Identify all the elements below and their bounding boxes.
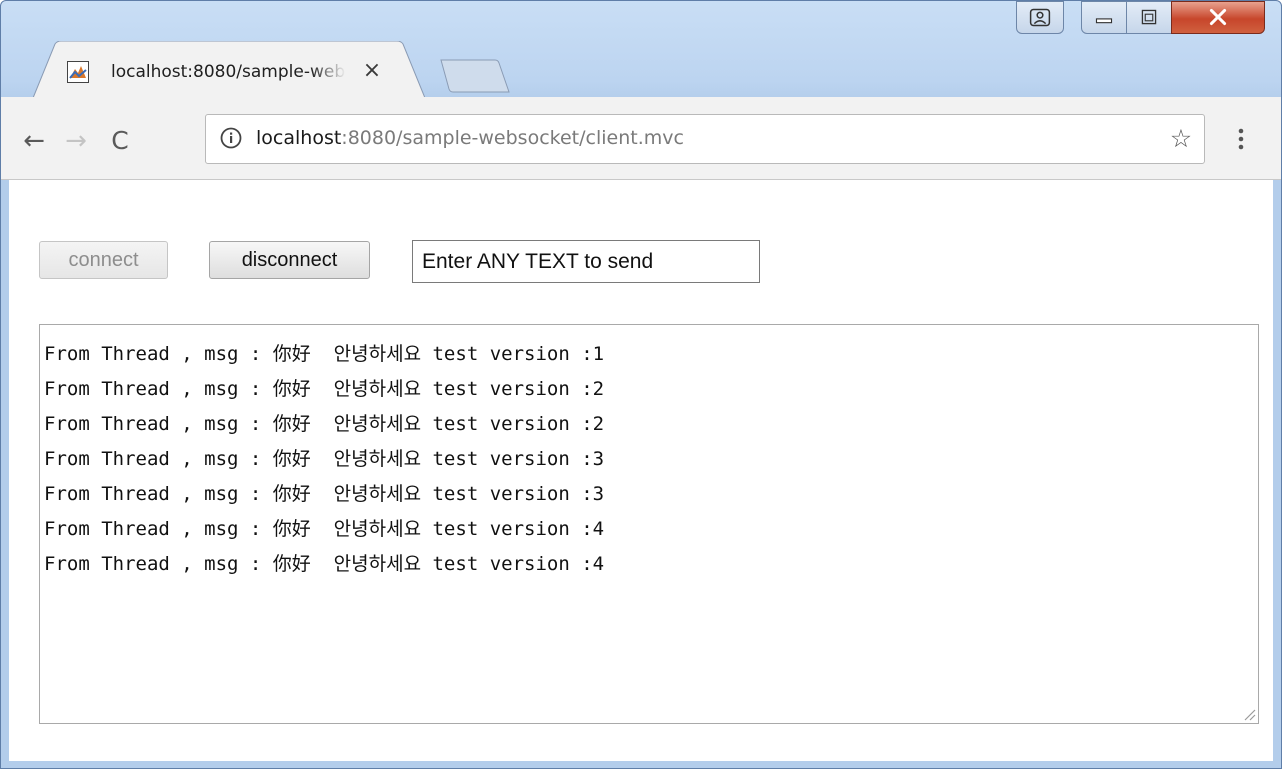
minimize-button[interactable] xyxy=(1081,1,1127,34)
forward-arrow-icon[interactable]: → xyxy=(61,127,91,157)
message-input[interactable]: Enter ANY TEXT to send xyxy=(412,240,760,283)
user-button[interactable] xyxy=(1016,1,1064,34)
user-icon xyxy=(1029,8,1051,27)
url-path: :8080/sample-websocket/client.mvc xyxy=(341,127,684,149)
disconnect-button[interactable]: disconnect xyxy=(209,241,370,279)
log-line: From Thread , msg : 你好 안녕하세요 test versio… xyxy=(44,483,605,505)
new-tab-button[interactable] xyxy=(439,59,511,93)
resize-grip-icon[interactable] xyxy=(1242,707,1256,721)
close-window-button[interactable] xyxy=(1171,1,1265,34)
tab-title: localhost:8080/sample-websocket/client.m… xyxy=(111,62,346,82)
page-content: connect disconnect Enter ANY TEXT to sen… xyxy=(9,180,1273,761)
log-line: From Thread , msg : 你好 안녕하세요 test versio… xyxy=(44,378,605,400)
tab-close-icon[interactable]: × xyxy=(359,58,385,84)
more-vert-icon[interactable] xyxy=(1231,127,1251,151)
info-icon[interactable] xyxy=(220,127,242,149)
log-line: From Thread , msg : 你好 안녕하세요 test versio… xyxy=(44,448,605,470)
title-bar: localhost:8080/sample-websocket/client.m… xyxy=(1,1,1281,99)
log-line: From Thread , msg : 你好 안녕하세요 test versio… xyxy=(44,518,605,540)
url-text[interactable]: localhost:8080/sample-websocket/client.m… xyxy=(256,127,684,149)
browser-tab[interactable]: localhost:8080/sample-websocket/client.m… xyxy=(33,41,425,99)
url-host: localhost xyxy=(256,127,342,149)
close-icon xyxy=(1209,8,1227,26)
log-line: From Thread , msg : 你好 안녕하세요 test versio… xyxy=(44,413,605,435)
reload-icon[interactable]: C xyxy=(105,127,135,157)
maximize-button[interactable] xyxy=(1126,1,1172,34)
address-bar[interactable]: localhost:8080/sample-websocket/client.m… xyxy=(205,114,1205,164)
minimize-icon xyxy=(1095,18,1113,24)
log-line: From Thread , msg : 你好 안녕하세요 test versio… xyxy=(44,553,605,575)
browser-window: localhost:8080/sample-websocket/client.m… xyxy=(0,0,1282,769)
back-arrow-icon[interactable]: ← xyxy=(19,127,49,157)
maximize-icon xyxy=(1141,9,1157,25)
browser-toolbar: ← → C localhost:8080/sample-websocket/cl… xyxy=(1,97,1281,180)
log-line: From Thread , msg : 你好 안녕하세요 test versio… xyxy=(44,343,605,365)
message-log[interactable]: From Thread , msg : 你好 안녕하세요 test versio… xyxy=(39,324,1259,724)
bookmark-star-icon[interactable]: ☆ xyxy=(1166,124,1196,154)
jenkins-favicon-icon xyxy=(67,61,89,83)
connect-button[interactable]: connect xyxy=(39,241,168,279)
